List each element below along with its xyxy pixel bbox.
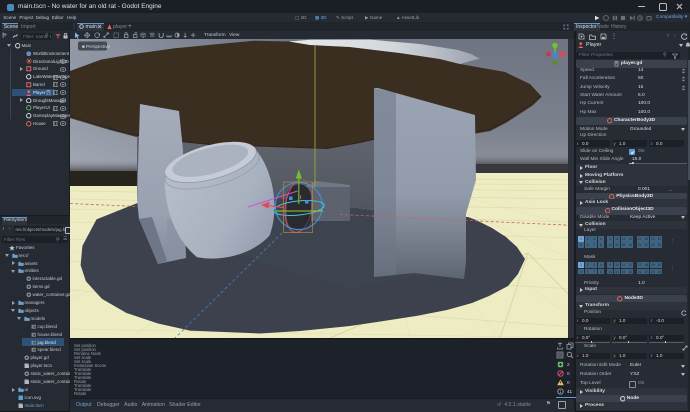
svg-text:■ Perspective: ■ Perspective [82, 44, 110, 49]
